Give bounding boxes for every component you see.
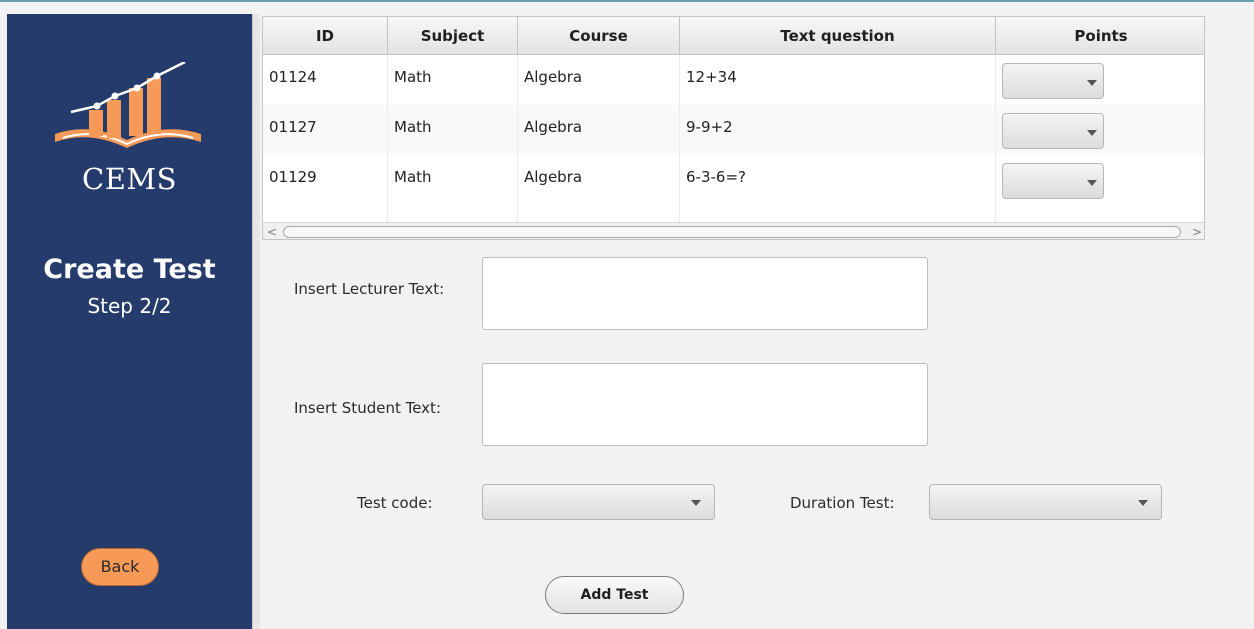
column-header-id[interactable]: ID <box>263 17 388 55</box>
horizontal-scrollbar[interactable]: < > <box>263 222 1204 239</box>
test-code-label: Test code: <box>357 494 433 512</box>
points-dropdown[interactable] <box>1002 163 1104 199</box>
cell-subject: Math <box>388 55 518 105</box>
student-text-input[interactable] <box>482 363 928 446</box>
cell-course: Algebra <box>518 55 680 105</box>
logo-text: CEMS <box>82 162 177 196</box>
cems-logo-icon <box>55 62 201 148</box>
cell-points <box>996 155 1204 205</box>
app-window: CEMS Create Test Step 2/2 Back ID Subjec… <box>0 0 1254 629</box>
points-dropdown[interactable] <box>1002 63 1104 99</box>
cell-course: Algebra <box>518 155 680 205</box>
cell-points <box>996 105 1204 155</box>
questions-table: ID Subject Course Text question Points 0… <box>262 16 1205 240</box>
test-code-dropdown[interactable] <box>482 484 715 520</box>
cell-id: 01129 <box>263 155 388 205</box>
cell-question: 12+34 <box>680 55 996 105</box>
duration-test-label: Duration Test: <box>790 494 895 512</box>
column-header-text-question[interactable]: Text question <box>680 17 996 55</box>
chevron-down-icon <box>1138 500 1148 506</box>
cell-subject: Math <box>388 105 518 155</box>
cell-id: 01124 <box>263 55 388 105</box>
lecturer-text-label: Insert Lecturer Text: <box>294 280 445 298</box>
lecturer-text-input[interactable] <box>482 257 928 330</box>
student-text-label: Insert Student Text: <box>294 399 441 417</box>
table-header: ID Subject Course Text question Points <box>263 17 1204 55</box>
column-header-points[interactable]: Points <box>996 17 1204 55</box>
chevron-down-icon <box>1087 180 1097 186</box>
cell-id: 01127 <box>263 105 388 155</box>
step-indicator: Step 2/2 <box>87 294 172 318</box>
table-row-empty <box>263 205 1204 222</box>
duration-test-dropdown[interactable] <box>929 484 1162 520</box>
add-test-button[interactable]: Add Test <box>545 576 684 614</box>
scroll-left-icon[interactable]: < <box>263 223 281 239</box>
scroll-right-icon[interactable]: > <box>1188 223 1204 239</box>
scroll-thumb[interactable] <box>283 226 1181 238</box>
table-row[interactable]: 01129 Math Algebra 6-3-6=? <box>263 155 1204 205</box>
cell-subject: Math <box>388 155 518 205</box>
column-header-course[interactable]: Course <box>518 17 680 55</box>
page-title: Create Test <box>43 254 216 285</box>
back-button[interactable]: Back <box>81 548 159 586</box>
points-dropdown[interactable] <box>1002 113 1104 149</box>
chevron-down-icon <box>1087 130 1097 136</box>
table-row[interactable]: 01127 Math Algebra 9-9+2 <box>263 105 1204 155</box>
table-row[interactable]: 01124 Math Algebra 12+34 <box>263 55 1204 105</box>
column-header-subject[interactable]: Subject <box>388 17 518 55</box>
sidebar-divider <box>252 14 260 629</box>
cell-question: 9-9+2 <box>680 105 996 155</box>
sidebar: CEMS Create Test Step 2/2 Back <box>7 14 252 629</box>
cell-points <box>996 55 1204 105</box>
chevron-down-icon <box>1087 80 1097 86</box>
cell-question: 6-3-6=? <box>680 155 996 205</box>
chevron-down-icon <box>691 500 701 506</box>
cell-course: Algebra <box>518 105 680 155</box>
